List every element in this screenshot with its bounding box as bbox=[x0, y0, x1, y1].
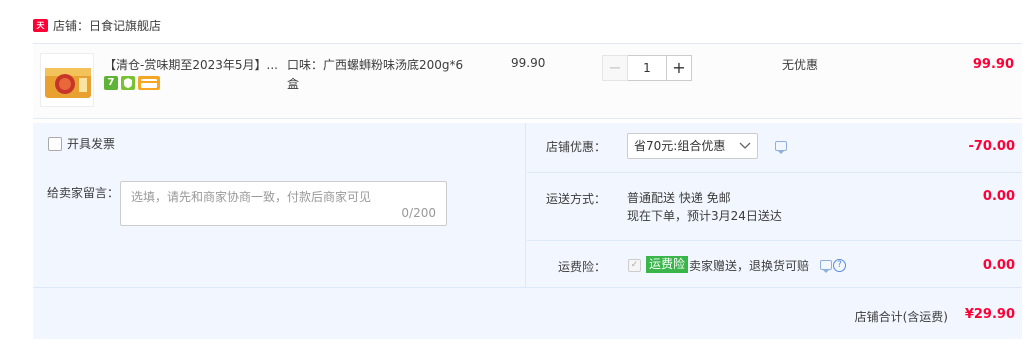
memo-char-count: 0/200 bbox=[401, 206, 436, 220]
shop-discount-selected: 省70元:组合优惠 bbox=[634, 139, 726, 153]
quantity-input[interactable] bbox=[628, 55, 666, 81]
shop-discount-amount: -70.00 bbox=[968, 139, 1015, 154]
insurance-checkbox[interactable]: ✓ bbox=[628, 259, 641, 272]
insurance-row: 运费险： ✓ 运费险 卖家赠送，退换货可赔 ? 0.00 bbox=[527, 241, 1022, 287]
item-discount: 无优惠 bbox=[782, 58, 819, 72]
shop-total-label: 店铺合计(含运费) bbox=[854, 310, 948, 324]
buyer-options: 开具发票 给卖家留言： 选填，请先和商家协商一致，付款后商家可见 0/200 bbox=[33, 123, 526, 287]
memo-placeholder: 选填，请先和商家协商一致，付款后商家可见 bbox=[131, 190, 372, 204]
product-image-icon bbox=[41, 54, 93, 106]
shop-total-value: ¥29.90 bbox=[964, 307, 1015, 322]
help-icon[interactable]: ? bbox=[833, 259, 846, 272]
invoice-checkbox[interactable] bbox=[48, 136, 62, 151]
item-subtotal: 99.90 bbox=[972, 57, 1014, 72]
invoice-label: 开具发票 bbox=[67, 137, 116, 151]
invoice-option[interactable]: 开具发票 bbox=[48, 135, 115, 152]
shop-header: 天猫 店铺：日食记旗舰店 bbox=[33, 16, 161, 43]
shipping-amount: 0.00 bbox=[982, 189, 1015, 204]
shipping-details: 普通配送 快递 免邮 现在下单，预计3月24日送达 bbox=[627, 189, 782, 225]
insurance-label: 运费险： bbox=[557, 260, 606, 274]
quantity-stepper: − + bbox=[602, 55, 692, 81]
shipping-eta: 现在下单，预计3月24日送达 bbox=[627, 209, 782, 223]
product-spec: 口味：广西螺蛳粉味汤底200g*6盒 bbox=[287, 58, 464, 91]
product-title-link[interactable]: 【清仓-赏味期至2023年5月】... bbox=[104, 56, 284, 73]
insurance-badge: 运费险 bbox=[646, 256, 689, 273]
chevron-down-icon bbox=[739, 134, 751, 166]
chat-icon[interactable] bbox=[775, 141, 787, 154]
shop-total-row: 店铺合计(含运费) ¥29.90 bbox=[33, 287, 1022, 339]
product-thumbnail[interactable] bbox=[40, 53, 94, 107]
insurance-text: 卖家赠送，退换货可赔 bbox=[689, 259, 810, 273]
tmall-badge-icon: 天猫 bbox=[33, 18, 48, 43]
decrease-quantity-button[interactable]: − bbox=[602, 55, 628, 81]
service-icons: 7 bbox=[104, 76, 160, 90]
card-payment-icon[interactable] bbox=[138, 76, 160, 90]
shop-discount-select[interactable]: 省70元:组合优惠 bbox=[627, 133, 758, 159]
shipping-method: 普通配送 快递 免邮 bbox=[627, 191, 731, 205]
guarantee-shield-icon[interactable] bbox=[121, 76, 135, 90]
memo-textarea[interactable]: 选填，请先和商家协商一致，付款后商家可见 0/200 bbox=[120, 181, 447, 226]
chat-icon[interactable] bbox=[820, 260, 832, 273]
increase-quantity-button[interactable]: + bbox=[666, 55, 692, 81]
shipping-label: 运送方式： bbox=[545, 192, 606, 206]
order-options-panel: 开具发票 给卖家留言： 选填，请先和商家协商一致，付款后商家可见 0/200 店… bbox=[33, 123, 1022, 339]
seven-day-return-icon[interactable]: 7 bbox=[104, 76, 118, 90]
shop-name-link[interactable]: 店铺：日食记旗舰店 bbox=[53, 17, 161, 34]
memo-label: 给卖家留言： bbox=[47, 186, 120, 200]
insurance-amount: 0.00 bbox=[982, 258, 1015, 273]
cart-item-row: 【清仓-赏味期至2023年5月】... 7 口味：广西螺蛳粉味汤底200g*6盒… bbox=[33, 43, 1022, 119]
shop-discount-row: 店铺优惠： 省70元:组合优惠 -70.00 bbox=[527, 123, 1022, 173]
shop-discount-label: 店铺优惠： bbox=[545, 140, 606, 154]
shipping-row: 运送方式： 普通配送 快递 免邮 现在下单，预计3月24日送达 0.00 bbox=[527, 173, 1022, 241]
unit-price: 99.90 bbox=[511, 56, 546, 70]
